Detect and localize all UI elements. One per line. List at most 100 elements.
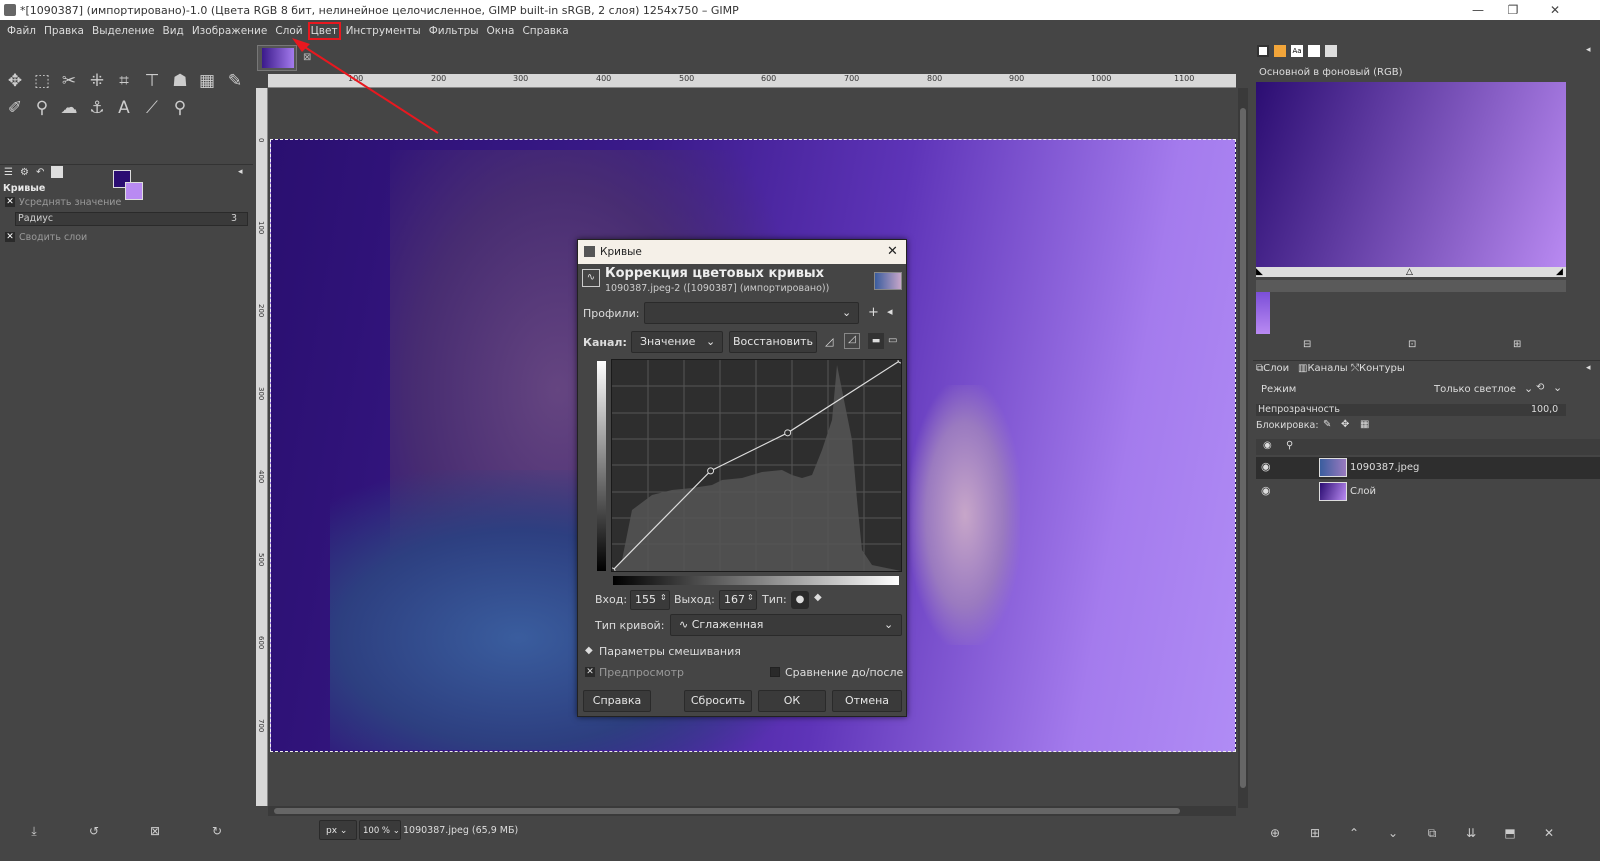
layer-row[interactable]: ◉ Слой [1256,481,1600,503]
vertical-scrollbar[interactable] [1238,88,1248,808]
histogram-mode-icon[interactable]: ▬ [868,333,884,349]
linear-histogram-icon[interactable]: ◿ [825,335,833,348]
curve-point[interactable] [784,429,792,437]
menu-file[interactable]: Файл [7,25,36,37]
split-view-checkbox[interactable] [770,667,780,677]
menu-select[interactable]: Выделение [92,25,155,37]
lock-position-icon[interactable]: ✥ [1341,419,1349,430]
curve-point[interactable] [707,467,715,475]
corner-point-icon[interactable]: ◆ [814,592,822,603]
delete-layer-icon[interactable]: ✕ [1539,824,1559,842]
zoom-in-icon[interactable]: ⊞ [1513,339,1521,350]
vertical-scrollbar-thumb[interactable] [1240,108,1246,788]
tab-layers[interactable]: ⧉Слои [1256,363,1289,374]
reset-channel-button[interactable]: Восстановить [729,331,817,353]
reset-options-icon[interactable]: ↻ [207,822,227,840]
undo-history-tab-icon[interactable]: ↶ [36,167,44,178]
mode-value[interactable]: Только светлое [1434,384,1516,395]
tab-menu-icon[interactable]: ◂ [238,167,243,177]
cancel-button[interactable]: Отмена [832,690,902,712]
zoom-select[interactable]: 100 % ⌄ [359,820,401,840]
horizontal-scrollbar-thumb[interactable] [274,808,1180,814]
merge-down-icon[interactable]: ⇊ [1461,824,1481,842]
curve-type-select[interactable]: ∿ Сглаженная ⌄ [670,614,902,636]
visibility-eye-icon[interactable]: ◉ [1261,460,1271,473]
reset-button[interactable]: Сбросить [684,690,752,712]
presets-select[interactable]: ⌄ [644,302,859,324]
clone-tool-icon[interactable]: ⚲ [31,97,53,119]
raise-layer-icon[interactable]: ⌃ [1344,824,1364,842]
blending-options-label[interactable]: Параметры смешивания [599,645,741,658]
menu-view[interactable]: Вид [163,25,184,37]
free-select-tool-icon[interactable]: ✂ [58,70,80,92]
merge-layers-checkbox[interactable]: ✕ [5,232,15,242]
curve-point[interactable] [897,356,905,364]
fonts-tab-icon[interactable]: Aa [1291,45,1303,57]
zoom-out-icon[interactable]: ⊟ [1303,339,1311,350]
smooth-point-icon[interactable]: ● [791,591,809,609]
dialog-close-icon[interactable]: ✕ [887,240,898,264]
menu-filters[interactable]: Фильтры [429,25,479,37]
gradient-stops-bar[interactable]: ◣ △ ◢ [1256,267,1566,277]
tool-options-tab-icon[interactable]: ☰ [4,167,13,178]
gradient-list-item[interactable] [1256,292,1270,334]
fuzzy-select-tool-icon[interactable]: ⁜ [86,70,108,92]
move-tool-icon[interactable]: ✥ [4,70,26,92]
background-color-swatch[interactable] [125,182,143,200]
lock-pixels-icon[interactable]: ✎ [1323,419,1331,430]
radius-slider[interactable]: Радиус 3 [15,212,248,226]
close-icon[interactable]: ✕ [1540,0,1570,20]
spin-icon[interactable]: ⇕ [660,589,667,607]
delete-options-icon[interactable]: ⊠ [145,822,165,840]
chevron-down-icon[interactable]: ⌄ [1524,382,1533,395]
gradient-stop-right-icon[interactable]: ◢ [1556,267,1563,277]
menu-colors[interactable]: Цвет [307,22,341,40]
path-tool-icon[interactable]: ⚓ [86,97,108,119]
fit-icon[interactable]: ⊡ [1408,339,1416,350]
warp-tool-icon[interactable]: ☗ [169,70,191,92]
visibility-eye-icon[interactable]: ◉ [1261,484,1271,497]
color-picker-tool-icon[interactable]: ⟋ [141,97,163,119]
rect-select-tool-icon[interactable]: ⬚ [31,70,53,92]
menu-edit[interactable]: Правка [44,25,84,37]
gradient-stop-mid-icon[interactable]: △ [1406,267,1413,277]
lower-layer-icon[interactable]: ⌄ [1383,824,1403,842]
ok-button[interactable]: ОК [758,690,826,712]
save-options-icon[interactable]: ⤓ [24,822,44,840]
document-history-tab-icon[interactable] [1308,45,1320,57]
preset-menu-icon[interactable]: ◂ [887,305,893,318]
log-histogram-icon[interactable]: ◿ [844,333,860,349]
tab-paths[interactable]: ⤲Контуры [1351,363,1405,374]
duplicate-layer-icon[interactable]: ⧉ [1422,824,1442,842]
layers-menu-icon[interactable]: ◂ [1586,363,1591,373]
gradient-stop-left-icon[interactable]: ◣ [1256,267,1263,277]
tab-channels[interactable]: ▥Каналы [1298,363,1348,374]
minimize-icon[interactable]: — [1463,0,1493,20]
images-tab-icon[interactable] [51,166,63,178]
curve-graph[interactable] [608,356,905,575]
gradient-list-scroll[interactable] [1256,280,1566,292]
new-group-icon[interactable]: ⊞ [1305,824,1325,842]
layer-row[interactable]: ◉ 1090387.jpeg [1256,457,1600,479]
zoom-tool-icon[interactable]: ⚲ [169,97,191,119]
spin-icon[interactable]: ⇕ [747,589,754,607]
mode-reset-icon[interactable]: ⟲ [1536,382,1544,393]
menu-help[interactable]: Справка [522,25,568,37]
gradient-preview[interactable] [1256,82,1566,267]
output-spinner[interactable]: 167 ⇕ [719,590,757,610]
menu-windows[interactable]: Окна [487,25,515,37]
curve-graph-svg[interactable] [608,356,905,575]
expander-icon[interactable]: ◆ [585,645,593,656]
opacity-slider[interactable]: Непрозрачность 100,0 [1256,404,1566,416]
input-spinner[interactable]: 155 ⇕ [630,590,670,610]
menu-tools[interactable]: Инструменты [346,25,421,37]
brushes-tab-icon[interactable] [1257,45,1269,57]
smudge-tool-icon[interactable]: ☁ [58,97,80,119]
restore-options-icon[interactable]: ↺ [84,822,104,840]
gradients-tab-icon[interactable] [1325,45,1337,57]
lock-alpha-icon[interactable]: ▦ [1360,419,1369,430]
patterns-tab-icon[interactable] [1274,45,1286,57]
eraser-tool-icon[interactable]: ✐ [4,97,26,119]
maximize-icon[interactable]: ❐ [1498,0,1528,20]
menu-layer[interactable]: Слой [275,25,302,37]
